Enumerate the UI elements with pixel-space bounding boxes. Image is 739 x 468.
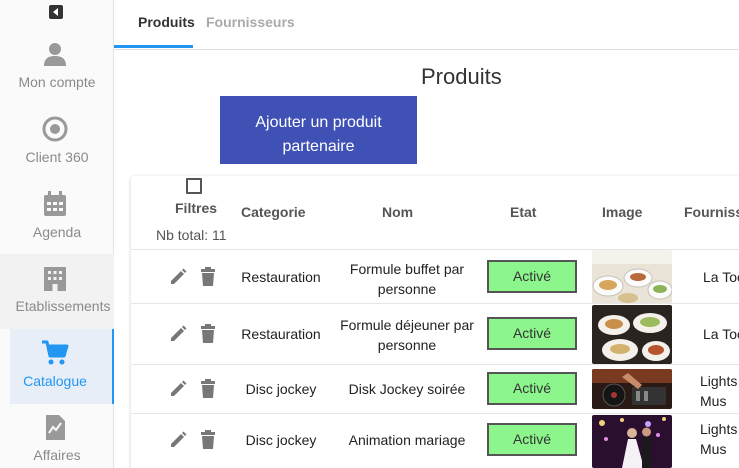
cell-categorie: Restauration — [241, 269, 321, 285]
total-count: Nb total: 11 — [156, 227, 227, 243]
tab-produits[interactable]: Produits — [138, 14, 195, 30]
sidebar-item-etablissements[interactable]: Etablissements — [0, 254, 114, 329]
table-row[interactable]: Restauration Formule déjeuner par person… — [131, 304, 739, 365]
table-row[interactable]: Restauration Formule buffet par personne… — [131, 250, 739, 304]
calendar-icon — [44, 191, 66, 216]
sidebar-item-mon-compte[interactable]: Mon compte — [0, 34, 114, 109]
edit-icon[interactable] — [168, 267, 188, 287]
cell-nom: Animation mariage — [348, 432, 466, 448]
status-badge[interactable]: Activé — [487, 423, 577, 456]
active-tab-indicator — [114, 45, 193, 48]
cell-categorie: Restauration — [241, 326, 321, 342]
sidebar-item-label: Agenda — [32, 224, 82, 240]
select-all-checkbox[interactable] — [186, 178, 202, 194]
building-icon — [44, 267, 66, 291]
lunch-platter-photo — [592, 305, 672, 364]
sidebar-item-label: Etablissements — [15, 298, 111, 314]
column-header-etat[interactable]: Etat — [510, 204, 536, 220]
delete-icon[interactable] — [199, 430, 217, 450]
tab-bar: Produits Fournisseurs — [114, 0, 739, 50]
sidebar-item-label: Client 360 — [25, 149, 89, 165]
filters-toggle[interactable]: Filtres — [175, 200, 217, 216]
sidebar-item-catalogue[interactable]: Catalogue — [10, 329, 114, 404]
column-header-nom[interactable]: Nom — [382, 204, 413, 220]
column-header-categorie[interactable]: Categorie — [241, 204, 306, 220]
cell-categorie: Disc jockey — [245, 432, 317, 448]
status-badge[interactable]: Activé — [487, 372, 577, 405]
buffet-photo — [592, 250, 672, 303]
column-header-image: Image — [602, 204, 643, 220]
cell-nom: Formule déjeuner par personne — [340, 317, 474, 353]
edit-icon[interactable] — [168, 379, 188, 399]
cell-fournisseur: Lights Mus — [700, 421, 738, 457]
chart-doc-icon — [46, 415, 65, 440]
tab-fournisseurs[interactable]: Fournisseurs — [206, 14, 295, 30]
sidebar: Mon compte Client 360 Agenda Etablisseme… — [0, 0, 114, 468]
add-partner-product-button[interactable]: Ajouter un produit partenaire — [220, 96, 417, 164]
table-row[interactable]: Disc jockey Animation mariage Activé Lig… — [131, 414, 739, 468]
status-badge[interactable]: Activé — [487, 260, 577, 293]
cell-categorie: Disc jockey — [245, 381, 317, 397]
sidebar-item-label: Mon compte — [18, 74, 96, 90]
column-header-fournisseur[interactable]: Fourniss — [684, 204, 739, 220]
dj-decks-photo — [592, 369, 672, 409]
delete-icon[interactable] — [199, 324, 217, 344]
sidebar-item-agenda[interactable]: Agenda — [0, 184, 114, 259]
edit-icon[interactable] — [168, 430, 188, 450]
table-row[interactable]: Disc jockey Disk Jockey soirée Activé Li… — [131, 365, 739, 414]
cell-fournisseur: La Toc — [703, 269, 739, 285]
sidebar-item-label: Catalogue — [23, 373, 87, 389]
cell-nom: Formule buffet par personne — [349, 261, 465, 297]
sidebar-item-affaires[interactable]: Affaires — [0, 409, 114, 468]
wedding-dance-photo — [592, 415, 672, 468]
edit-icon[interactable] — [168, 324, 188, 344]
table-header: Filtres Nb total: 11 Categorie Nom Etat … — [131, 176, 739, 250]
user-icon — [44, 43, 66, 66]
status-badge[interactable]: Activé — [487, 317, 577, 350]
products-table: Filtres Nb total: 11 Categorie Nom Etat … — [131, 176, 739, 468]
collapse-sidebar-icon[interactable] — [49, 5, 63, 19]
cell-nom: Disk Jockey soirée — [348, 381, 466, 397]
sidebar-item-label: Affaires — [33, 447, 81, 463]
cart-icon — [42, 340, 69, 365]
delete-icon[interactable] — [199, 379, 217, 399]
page-title: Produits — [421, 64, 502, 89]
target-icon — [42, 116, 68, 142]
cell-fournisseur: La Toc — [703, 326, 739, 342]
delete-icon[interactable] — [199, 267, 217, 287]
sidebar-item-client-360[interactable]: Client 360 — [0, 109, 114, 184]
cell-fournisseur: Lights Mus — [700, 373, 738, 409]
